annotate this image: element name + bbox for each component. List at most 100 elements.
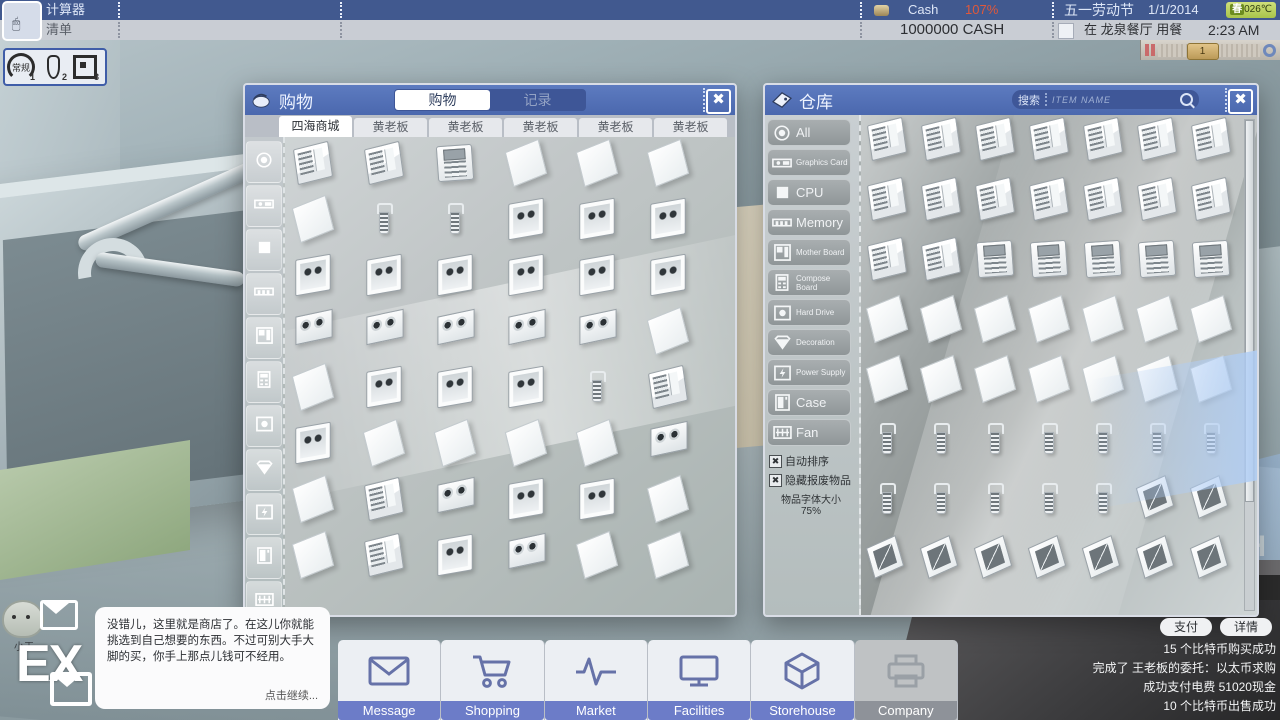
grid-item-white[interactable] bbox=[646, 474, 690, 524]
grid-item-case[interactable] bbox=[920, 236, 962, 282]
grid-item-gpu[interactable] bbox=[295, 308, 333, 346]
grid-item-white[interactable] bbox=[1135, 294, 1179, 344]
speed-value[interactable]: 1 bbox=[1186, 42, 1219, 60]
grid-item-compose[interactable] bbox=[1083, 239, 1123, 279]
grid-item-white[interactable] bbox=[362, 418, 406, 468]
grid-item-board[interactable] bbox=[579, 197, 615, 241]
grid-item-gpu[interactable] bbox=[366, 308, 404, 346]
grid-item-board[interactable] bbox=[579, 253, 615, 297]
font-size-value[interactable]: 75% bbox=[769, 506, 853, 517]
grid-item-white[interactable] bbox=[433, 418, 477, 468]
grid-item-cpu[interactable] bbox=[919, 535, 959, 579]
warehouse-category-memory[interactable]: Memory bbox=[767, 209, 851, 236]
search-placeholder[interactable]: ITEM NAME bbox=[1052, 95, 1175, 105]
dock-button-shopping[interactable]: Shopping bbox=[441, 640, 545, 720]
close-icon[interactable]: ✖ bbox=[1228, 89, 1253, 114]
pay-button[interactable]: 支付 bbox=[1160, 618, 1212, 636]
grid-item-white[interactable] bbox=[291, 530, 335, 580]
grid-item-compose[interactable] bbox=[975, 239, 1015, 279]
tab-sihai-mall[interactable]: 四海商城 bbox=[279, 116, 352, 137]
grid-item-compose[interactable] bbox=[1029, 239, 1069, 279]
shopping-category-cpu[interactable] bbox=[246, 229, 282, 271]
grid-item-white[interactable] bbox=[1081, 294, 1125, 344]
grid-item-board[interactable] bbox=[650, 253, 686, 297]
grid-item-mem[interactable] bbox=[579, 369, 613, 403]
grid-item-white[interactable] bbox=[865, 294, 909, 344]
grid-item-white[interactable] bbox=[291, 362, 335, 412]
grid-item-white[interactable] bbox=[291, 474, 335, 524]
shopping-category-power-supply[interactable] bbox=[246, 493, 282, 535]
grid-item-white[interactable] bbox=[1189, 354, 1233, 404]
grid-item-white[interactable] bbox=[291, 194, 335, 244]
grid-item-cpu[interactable] bbox=[1189, 535, 1229, 579]
checkbox-auto-sort[interactable]: ✖ bbox=[769, 454, 782, 468]
warehouse-category-fan[interactable]: Fan bbox=[767, 419, 851, 446]
grid-item-board[interactable] bbox=[437, 533, 473, 577]
grid-item-white[interactable] bbox=[575, 530, 619, 580]
grid-item-gpu[interactable] bbox=[508, 308, 546, 346]
view-mode-bar[interactable]: 常规 1 2 3 bbox=[3, 48, 107, 86]
dialogue-box[interactable]: 没错儿，这里就是商店了。在这儿你就能挑选到自己想要的东西。不过可别大手大脚的买，… bbox=[95, 607, 330, 709]
grid-item-compose[interactable] bbox=[435, 143, 475, 183]
grid-item-mem[interactable] bbox=[869, 481, 903, 515]
grid-item-white[interactable] bbox=[646, 306, 690, 356]
grid-item-white[interactable] bbox=[1027, 354, 1071, 404]
gear-icon[interactable] bbox=[1263, 43, 1276, 57]
segment-record[interactable]: 记录 bbox=[490, 90, 585, 110]
view-mode-normal-button[interactable]: 常规 1 bbox=[5, 52, 37, 82]
search-icon[interactable] bbox=[1180, 93, 1193, 106]
grid-item-mem[interactable] bbox=[1139, 421, 1173, 455]
grid-item-gpu[interactable] bbox=[579, 308, 617, 346]
grid-item-white[interactable] bbox=[646, 530, 690, 580]
warehouse-category-compose-board[interactable]: Compose Board bbox=[767, 269, 851, 296]
grid-item-board[interactable] bbox=[295, 421, 331, 465]
warehouse-sidebar[interactable]: All Graphics Card CPU Memory Mother Board Com… bbox=[765, 115, 859, 615]
shopping-category-all[interactable] bbox=[246, 141, 282, 183]
grid-item-case[interactable] bbox=[363, 532, 405, 578]
grid-item-board[interactable] bbox=[579, 477, 615, 521]
pay-button-group[interactable]: 支付 详情 bbox=[1160, 618, 1272, 636]
view-mode-hardware-button[interactable]: 3 bbox=[69, 52, 101, 82]
shopping-category-decoration[interactable] bbox=[246, 449, 282, 491]
grid-item-case[interactable] bbox=[363, 140, 405, 186]
grid-item-board[interactable] bbox=[508, 253, 544, 297]
grid-item-case[interactable] bbox=[292, 140, 334, 186]
grid-item-mem[interactable] bbox=[437, 201, 471, 235]
grid-item-gpu[interactable] bbox=[650, 420, 688, 458]
shopping-category-compose-board[interactable] bbox=[246, 361, 282, 403]
grid-item-mem[interactable] bbox=[1085, 481, 1119, 515]
grid-item-white[interactable] bbox=[865, 354, 909, 404]
grid-item-white[interactable] bbox=[575, 418, 619, 468]
grid-item-mem[interactable] bbox=[977, 481, 1011, 515]
grid-item-white[interactable] bbox=[1081, 354, 1125, 404]
grid-item-mem[interactable] bbox=[869, 421, 903, 455]
option-hide-scrapped[interactable]: ✖ 隐藏报废物品 bbox=[769, 472, 859, 488]
grid-item-white[interactable] bbox=[504, 418, 548, 468]
warehouse-category-cpu[interactable]: CPU bbox=[767, 179, 851, 206]
grid-item-white[interactable] bbox=[1189, 294, 1233, 344]
bottom-dock[interactable]: Message Shopping Market Facilities Store… bbox=[338, 640, 958, 720]
grid-item-white[interactable] bbox=[919, 354, 963, 404]
grid-item-case[interactable] bbox=[1136, 116, 1178, 162]
warehouse-category-decoration[interactable]: Decoration bbox=[767, 329, 851, 356]
warehouse-scrollbar-thumb[interactable] bbox=[1245, 120, 1254, 503]
grid-item-board[interactable] bbox=[650, 197, 686, 241]
grid-item-gpu[interactable] bbox=[437, 308, 475, 346]
grid-item-case[interactable] bbox=[866, 176, 908, 222]
grid-item-case[interactable] bbox=[866, 236, 908, 282]
warehouse-window[interactable]: 仓库 搜索 ITEM NAME ✖ All Graphics Card CPU Mem… bbox=[763, 83, 1259, 617]
shopping-segment-control[interactable]: 购物 记录 bbox=[394, 89, 586, 111]
warehouse-options[interactable]: ✖ 自动排序 ✖ 隐藏报废物品 物品字体大小 75% bbox=[767, 449, 859, 517]
tab-vendor-5[interactable]: 黄老板 bbox=[654, 118, 727, 137]
warehouse-scrollbar[interactable] bbox=[1244, 119, 1255, 611]
close-icon[interactable]: ✖ bbox=[706, 89, 731, 114]
dock-button-message[interactable]: Message bbox=[338, 640, 442, 720]
grid-item-board[interactable] bbox=[508, 477, 544, 521]
grid-item-case[interactable] bbox=[1082, 176, 1124, 222]
grid-item-case[interactable] bbox=[363, 476, 405, 522]
app-icon-button[interactable]: 🖱 bbox=[2, 1, 42, 41]
grid-item-cpu[interactable] bbox=[1027, 535, 1067, 579]
dialogue-continue-hint[interactable]: 点击继续... bbox=[265, 687, 318, 703]
warehouse-category-power-supply[interactable]: Power Supply bbox=[767, 359, 851, 386]
shopping-category-case[interactable] bbox=[246, 537, 282, 579]
